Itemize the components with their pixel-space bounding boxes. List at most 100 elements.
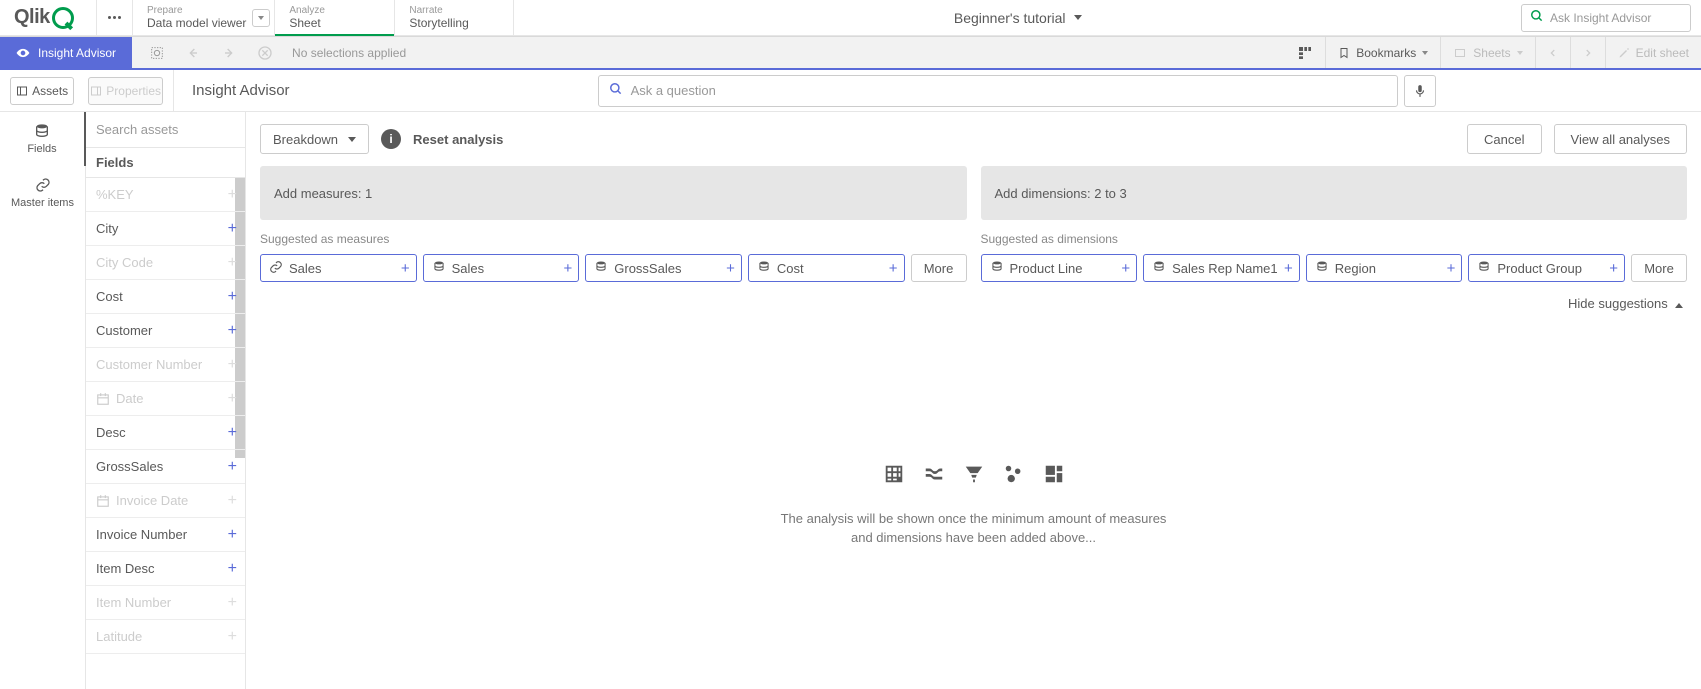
insight-advisor-button[interactable]: Insight Advisor <box>0 37 132 68</box>
global-menu-button[interactable] <box>96 0 132 36</box>
add-field-icon[interactable]: + <box>228 424 237 442</box>
smart-search-icon[interactable] <box>148 44 166 62</box>
more-suggestions-button[interactable]: More <box>1631 254 1687 282</box>
chip-label: Product Line <box>1010 261 1083 276</box>
asset-field-row[interactable]: %KEY + <box>86 178 245 212</box>
database-icon <box>1315 260 1329 277</box>
measures-drop-zone[interactable]: Add measures: 1 <box>260 166 967 220</box>
add-field-icon[interactable]: + <box>228 628 237 646</box>
database-icon <box>990 260 1004 277</box>
selection-tools: No selections applied <box>132 44 422 62</box>
step-back-icon[interactable] <box>184 44 202 62</box>
selections-tool-icon[interactable] <box>1285 37 1325 68</box>
database-icon <box>32 123 52 139</box>
asset-field-row[interactable]: Latitude+ <box>86 620 245 654</box>
chevron-down-icon <box>1422 51 1428 55</box>
nav-analyze[interactable]: Analyze Sheet <box>274 0 394 35</box>
suggestion-chip[interactable]: GrossSales+ <box>585 254 742 282</box>
add-field-icon[interactable]: + <box>228 390 237 408</box>
field-label: Invoice Number <box>96 527 187 542</box>
add-field-icon[interactable]: + <box>228 458 237 476</box>
suggestion-chip[interactable]: Sales+ <box>260 254 417 282</box>
edit-sheet-button[interactable]: Edit sheet <box>1605 37 1701 68</box>
add-field-icon[interactable]: + <box>228 186 237 204</box>
add-suggestion-icon[interactable]: + <box>401 260 410 277</box>
asset-field-row[interactable]: Customer Number+ <box>86 348 245 382</box>
microphone-button[interactable] <box>1404 75 1436 107</box>
asset-field-row[interactable]: Date + <box>86 382 245 416</box>
logo-text: Qlik <box>14 6 50 29</box>
add-suggestion-icon[interactable]: + <box>563 260 572 277</box>
asset-field-row[interactable]: Customer+ <box>86 314 245 348</box>
suggestion-chip[interactable]: Cost + <box>748 254 905 282</box>
chip-label: Sales Rep Name1 <box>1172 261 1278 276</box>
clear-selections-icon[interactable] <box>256 44 274 62</box>
hide-suggestions-button[interactable]: Hide suggestions <box>246 286 1701 321</box>
chip-label: Cost <box>777 261 804 276</box>
add-field-icon[interactable]: + <box>228 288 237 306</box>
chip-label: Product Group <box>1497 261 1582 276</box>
add-field-icon[interactable]: + <box>228 560 237 578</box>
add-suggestion-icon[interactable]: + <box>726 260 735 277</box>
placeholder-icons <box>883 463 1065 485</box>
cancel-button[interactable]: Cancel <box>1467 124 1541 154</box>
add-field-icon[interactable]: + <box>228 254 237 272</box>
add-suggestion-icon[interactable]: + <box>1284 260 1293 277</box>
add-suggestion-icon[interactable]: + <box>1447 260 1456 277</box>
asset-field-row[interactable]: Item Number+ <box>86 586 245 620</box>
add-field-icon[interactable]: + <box>228 322 237 340</box>
measure-chips: Sales+Sales+GrossSales+Cost+More <box>260 254 967 282</box>
rail-master-items[interactable]: Master items <box>0 166 85 220</box>
asset-field-row[interactable]: City Code+ <box>86 246 245 280</box>
suggestion-chip[interactable]: Region+ <box>1306 254 1463 282</box>
analysis-type-dropdown[interactable]: Breakdown <box>260 124 369 154</box>
add-field-icon[interactable]: + <box>228 526 237 544</box>
assets-toggle[interactable]: Assets <box>10 77 74 105</box>
field-label: %KEY <box>96 187 134 202</box>
asset-field-row[interactable]: Invoice Number + <box>86 518 245 552</box>
asset-field-row[interactable]: Invoice Date+ <box>86 484 245 518</box>
asset-field-row[interactable]: Desc+ <box>86 416 245 450</box>
add-field-icon[interactable]: + <box>228 492 237 510</box>
properties-toggle[interactable]: Properties <box>88 77 163 105</box>
sheets-button[interactable]: Sheets <box>1440 37 1534 68</box>
add-suggestion-icon[interactable]: + <box>1609 260 1618 277</box>
rail-fields[interactable]: Fields <box>0 112 86 166</box>
more-suggestions-button[interactable]: More <box>911 254 967 282</box>
suggestion-chip[interactable]: Product Group + <box>1468 254 1625 282</box>
add-suggestion-icon[interactable]: + <box>889 260 898 277</box>
chevron-down-icon <box>348 137 356 142</box>
dimensions-drop-zone[interactable]: Add dimensions: 2 to 3 <box>981 166 1688 220</box>
asset-search-input[interactable]: Search assets <box>86 112 245 148</box>
asset-field-row[interactable]: City+ <box>86 212 245 246</box>
chevron-down-icon <box>1517 51 1523 55</box>
prev-sheet-button[interactable] <box>1535 37 1570 68</box>
suggestion-chip[interactable]: Product Line + <box>981 254 1138 282</box>
bookmarks-button[interactable]: Bookmarks <box>1325 37 1440 68</box>
suggestion-chip[interactable]: Sales Rep Name1 + <box>1143 254 1300 282</box>
asset-field-row[interactable]: GrossSales+ <box>86 450 245 484</box>
suggestion-chip[interactable]: Sales+ <box>423 254 580 282</box>
suggestions-block: Suggested as measures Sales+Sales+GrossS… <box>246 220 1701 286</box>
asset-field-row[interactable]: Cost+ <box>86 280 245 314</box>
add-field-icon[interactable]: + <box>228 220 237 238</box>
reset-analysis-button[interactable]: Reset analysis <box>413 132 503 147</box>
next-sheet-button[interactable] <box>1570 37 1605 68</box>
nav-prepare[interactable]: Prepare Data model viewer <box>132 0 274 35</box>
prepare-dropdown-icon[interactable] <box>252 9 270 27</box>
view-all-analyses-button[interactable]: View all analyses <box>1554 124 1687 154</box>
info-icon[interactable]: i <box>381 129 401 149</box>
add-field-icon[interactable]: + <box>228 356 237 374</box>
asset-list[interactable]: %KEY+City+City Code+Cost+Customer+Custom… <box>86 178 245 689</box>
step-forward-icon[interactable] <box>220 44 238 62</box>
link-icon <box>33 177 53 193</box>
question-input[interactable]: Ask a question <box>598 75 1398 107</box>
asset-field-row[interactable]: Item Desc+ <box>86 552 245 586</box>
add-suggestion-icon[interactable]: + <box>1121 260 1130 277</box>
nav-narrate[interactable]: Narrate Storytelling <box>394 0 514 35</box>
field-label: Date <box>116 391 143 406</box>
app-title[interactable]: Beginner's tutorial <box>514 10 1521 26</box>
chevron-right-icon <box>1583 48 1593 58</box>
global-search[interactable]: Ask Insight Advisor <box>1521 4 1691 32</box>
add-field-icon[interactable]: + <box>228 594 237 612</box>
